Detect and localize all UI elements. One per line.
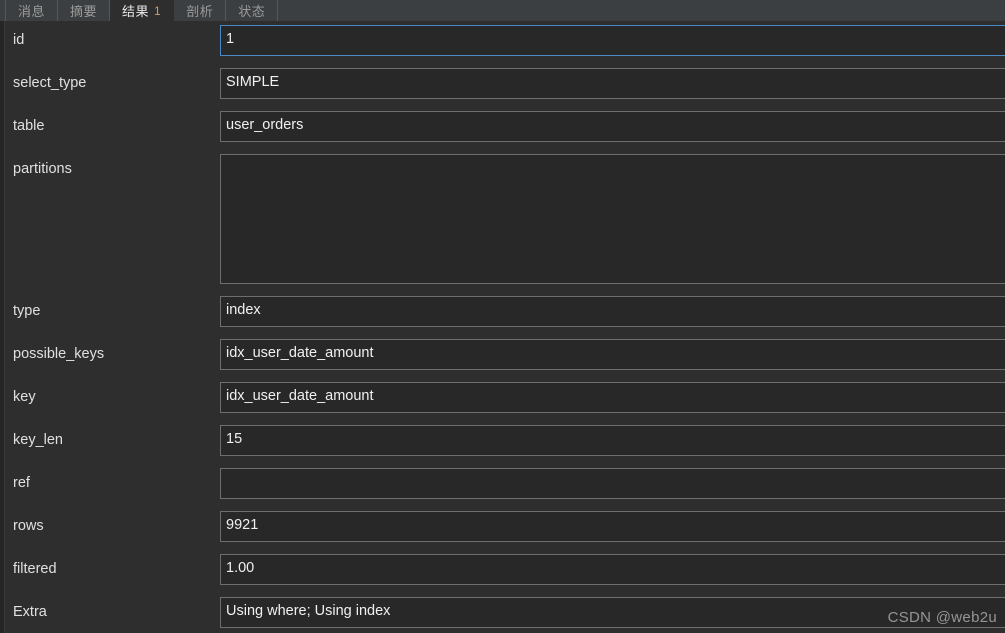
explain-row: ExtraUsing where; Using index xyxy=(5,597,1005,628)
explain-field-list: id1select_typeSIMPLEtableuser_orderspart… xyxy=(5,21,1005,633)
field-value-input[interactable]: idx_user_date_amount xyxy=(220,339,1005,370)
tab-label: 摘要 xyxy=(70,1,97,20)
field-value-input[interactable] xyxy=(220,154,1005,284)
field-value-input[interactable]: Using where; Using index xyxy=(220,597,1005,628)
field-label: table xyxy=(5,111,220,135)
field-value-input[interactable]: SIMPLE xyxy=(220,68,1005,99)
field-label: filtered xyxy=(5,554,220,578)
tab-1[interactable]: 摘要 xyxy=(58,0,110,21)
field-value-input[interactable] xyxy=(220,468,1005,499)
field-value-input[interactable]: user_orders xyxy=(220,111,1005,142)
tab-3[interactable]: 剖析 xyxy=(174,0,226,21)
explain-row: filtered1.00 xyxy=(5,554,1005,585)
field-value-input[interactable]: index xyxy=(220,296,1005,327)
tab-count-badge: 1 xyxy=(154,4,161,18)
tab-0[interactable]: 消息 xyxy=(6,0,58,21)
tab-label: 剖析 xyxy=(186,1,213,20)
field-label: possible_keys xyxy=(5,339,220,363)
field-label: ref xyxy=(5,468,220,492)
tab-label: 结果 xyxy=(122,1,149,20)
field-label: id xyxy=(5,25,220,49)
field-label: partitions xyxy=(5,154,220,178)
tabbar-filler xyxy=(278,0,1005,21)
explain-row: typeindex xyxy=(5,296,1005,327)
explain-row: tableuser_orders xyxy=(5,111,1005,142)
field-value-input[interactable]: 1.00 xyxy=(220,554,1005,585)
explain-row: id1 xyxy=(5,25,1005,56)
explain-row: select_typeSIMPLE xyxy=(5,68,1005,99)
field-label: rows xyxy=(5,511,220,535)
field-label: Extra xyxy=(5,597,220,621)
field-label: key xyxy=(5,382,220,406)
field-value-input[interactable]: 15 xyxy=(220,425,1005,456)
explain-row: possible_keysidx_user_date_amount xyxy=(5,339,1005,370)
tab-label: 消息 xyxy=(18,1,45,20)
explain-row: keyidx_user_date_amount xyxy=(5,382,1005,413)
tab-4[interactable]: 状态 xyxy=(226,0,278,21)
field-label: key_len xyxy=(5,425,220,449)
field-value-input[interactable]: 9921 xyxy=(220,511,1005,542)
explain-row: key_len15 xyxy=(5,425,1005,456)
explain-row: rows9921 xyxy=(5,511,1005,542)
field-value-input[interactable]: 1 xyxy=(220,25,1005,56)
tab-label: 状态 xyxy=(238,1,265,20)
field-value-input[interactable]: idx_user_date_amount xyxy=(220,382,1005,413)
result-tabbar: 消息 摘要 结果 1 剖析 状态 xyxy=(0,0,1005,21)
field-label: type xyxy=(5,296,220,320)
field-label: select_type xyxy=(5,68,220,92)
explain-row: partitions xyxy=(5,154,1005,284)
explain-row: ref xyxy=(5,468,1005,499)
tab-2-active[interactable]: 结果 1 xyxy=(110,0,174,21)
explain-result-panel: 消息摘要结果1剖析状态 id1select_typeSIMPLEtableuse… xyxy=(0,0,1005,633)
